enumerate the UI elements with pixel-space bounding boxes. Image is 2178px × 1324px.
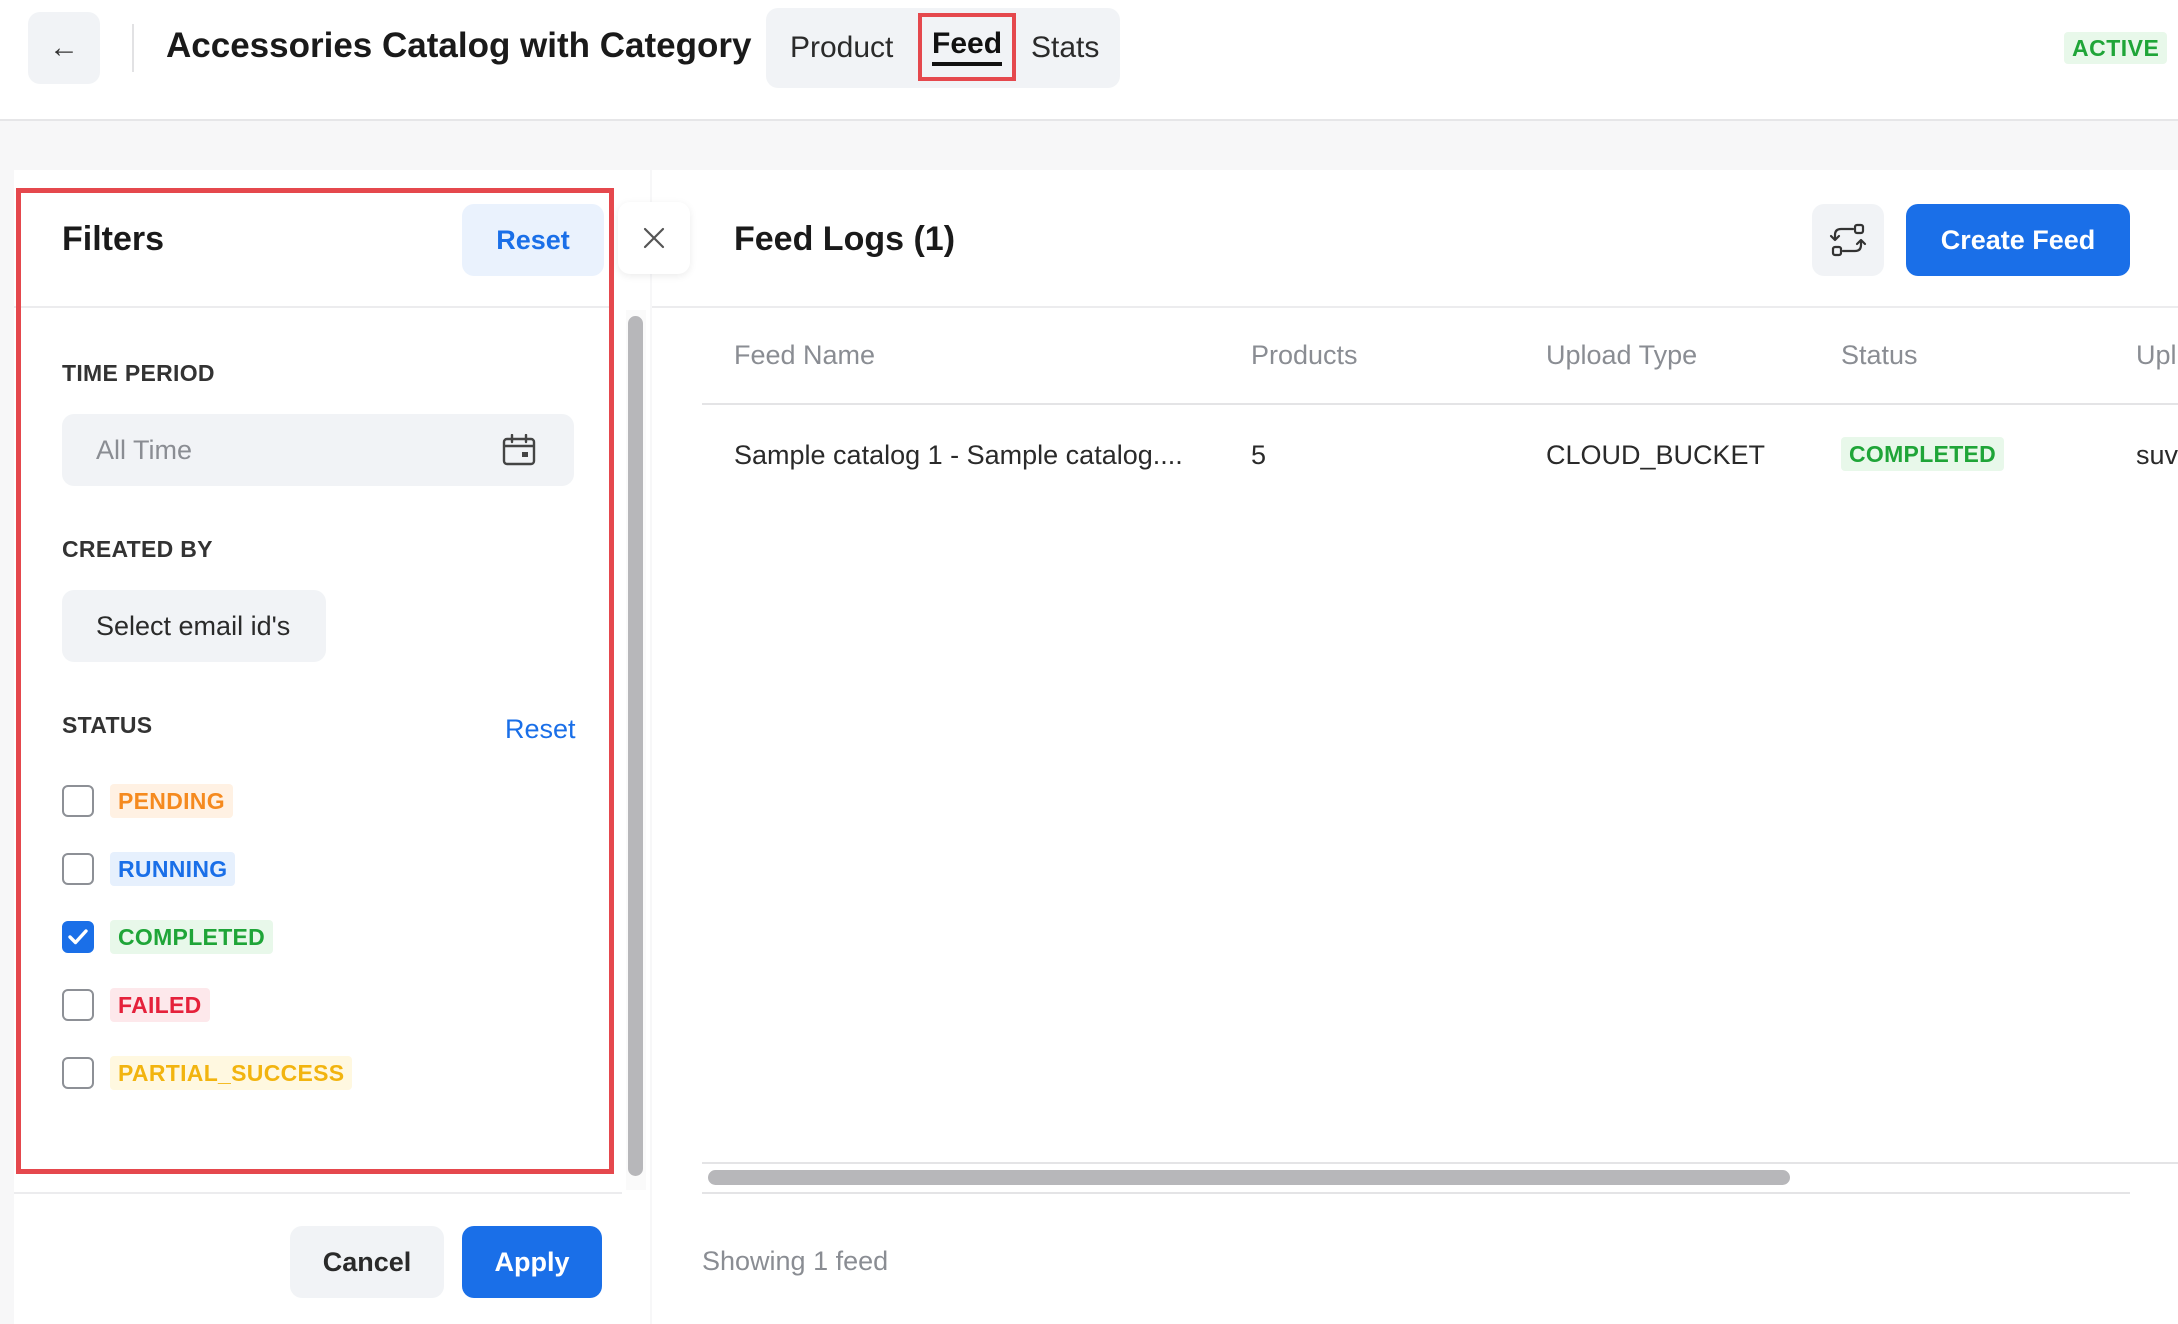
cancel-button[interactable]: Cancel	[290, 1226, 444, 1298]
time-period-picker[interactable]: All Time	[62, 414, 574, 486]
horizontal-scrollbar[interactable]	[708, 1170, 1790, 1185]
page-title: Accessories Catalog with Category	[166, 26, 752, 65]
checkbox[interactable]	[62, 1057, 94, 1089]
column-header-feed-name: Feed Name	[734, 340, 876, 370]
sync-icon	[1829, 223, 1867, 257]
tab-stats[interactable]: Stats	[1031, 8, 1099, 88]
tab-label: Product	[790, 31, 894, 64]
back-button[interactable]: ←	[28, 12, 100, 84]
apply-button[interactable]: Apply	[462, 1226, 602, 1298]
email-select[interactable]: Select email id's	[62, 590, 326, 662]
created-by-label: CREATED BY	[62, 536, 213, 562]
status-option-pending[interactable]: PENDING	[62, 781, 233, 821]
upload-type-cell: CLOUD_BUCKET	[1546, 440, 1766, 470]
tab-label: Feed	[932, 28, 1003, 66]
arrow-left-icon: ←	[49, 31, 79, 64]
column-header-uploaded: Upl	[2136, 340, 2177, 370]
top-bar: ← Accessories Catalog with Category Prod…	[0, 0, 2178, 121]
tab-bar: Product Feed Stats	[766, 8, 1120, 88]
checkbox[interactable]	[62, 921, 94, 953]
status-chip: COMPLETED	[110, 920, 274, 954]
divider	[702, 1192, 2130, 1194]
status-chip: FAILED	[110, 988, 210, 1022]
results-count: Showing 1 feed	[702, 1246, 889, 1276]
calendar-icon	[502, 434, 536, 466]
divider	[14, 306, 610, 308]
reset-filters-button[interactable]: Reset	[462, 204, 604, 276]
time-period-label: TIME PERIOD	[62, 360, 215, 386]
uploaded-by-cell: suv	[2136, 440, 2178, 470]
feed-logs-panel	[652, 170, 2178, 1324]
column-header-upload-type: Upload Type	[1546, 340, 1698, 370]
column-header-status: Status	[1841, 340, 1918, 370]
checkbox[interactable]	[62, 785, 94, 817]
sync-button[interactable]	[1812, 204, 1884, 276]
time-period-value: All Time	[96, 434, 193, 465]
status-chip: PARTIAL_SUCCESS	[110, 1056, 353, 1090]
status-option-partial-success[interactable]: PARTIAL_SUCCESS	[62, 1053, 353, 1093]
feed-logs-title: Feed Logs (1)	[734, 220, 956, 258]
vertical-scrollbar[interactable]	[628, 316, 643, 1176]
status-badge: ACTIVE	[2064, 32, 2168, 64]
divider	[702, 1162, 2178, 1164]
tab-product[interactable]: Product	[790, 8, 893, 88]
feed-name-cell[interactable]: Sample catalog 1 - Sample catalog....	[734, 440, 1183, 471]
divider	[14, 1192, 622, 1194]
tab-feed[interactable]: Feed	[918, 13, 1017, 81]
products-cell: 5	[1251, 440, 1267, 470]
header-divider	[132, 24, 134, 72]
status-badge: COMPLETED	[1841, 437, 2005, 471]
status-chip: RUNNING	[110, 852, 236, 886]
status-chip: PENDING	[110, 784, 233, 818]
close-filters-button[interactable]	[618, 202, 690, 274]
filters-title: Filters	[62, 220, 165, 258]
divider	[652, 306, 2178, 308]
close-icon	[643, 227, 665, 249]
tab-label: Stats	[1031, 31, 1100, 64]
check-icon	[68, 929, 88, 945]
status-option-running[interactable]: RUNNING	[62, 849, 236, 889]
column-header-products: Products	[1251, 340, 1358, 370]
divider	[702, 403, 2178, 405]
status-label: STATUS	[62, 712, 153, 738]
status-option-completed[interactable]: COMPLETED	[62, 917, 274, 957]
checkbox[interactable]	[62, 853, 94, 885]
filter-panel	[14, 170, 650, 1324]
checkbox[interactable]	[62, 989, 94, 1021]
create-feed-button[interactable]: Create Feed	[1906, 204, 2130, 276]
reset-status-link[interactable]: Reset	[505, 714, 576, 745]
status-option-failed[interactable]: FAILED	[62, 985, 210, 1025]
